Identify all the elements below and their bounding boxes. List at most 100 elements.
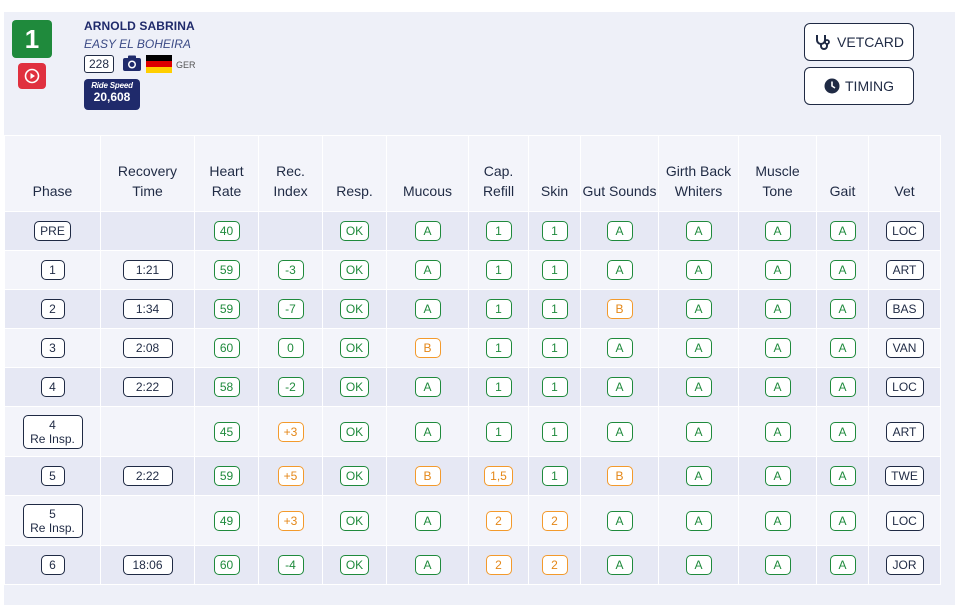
gut-sounds-cell: A xyxy=(580,545,659,585)
muscle-tone-cell: A xyxy=(738,289,817,329)
muscle-tone-badge: A xyxy=(764,260,791,280)
rec-index-cell: -2 xyxy=(258,367,323,407)
column-header-resp: Resp. xyxy=(322,135,387,212)
mucous-badge: B xyxy=(414,338,441,358)
phase-badge: 4 Re Insp. xyxy=(22,414,83,449)
vet-cell: LOC xyxy=(868,211,941,251)
gut-sounds-cell: A xyxy=(580,495,659,546)
gut-sounds-badge: A xyxy=(606,421,633,442)
rec-index-badge: -7 xyxy=(277,299,304,319)
mucous-cell: B xyxy=(386,456,469,496)
camera-icon[interactable] xyxy=(122,54,142,72)
phase-number: 5 xyxy=(49,506,56,521)
resp-cell: OK xyxy=(322,456,387,496)
stethoscope-icon xyxy=(816,35,830,50)
phase-cell: 4 Re Insp. xyxy=(4,406,101,457)
phase-badge: 3 xyxy=(40,338,65,358)
rider-name[interactable]: ARNOLD SABRINA xyxy=(84,19,195,33)
rec-index-badge: -3 xyxy=(277,260,304,280)
rec-index-cell: -7 xyxy=(258,289,323,329)
girth-cell: A xyxy=(658,367,739,407)
gut-sounds-badge: A xyxy=(606,260,633,280)
column-header-girth-back-whiters: Girth Back Whiters xyxy=(658,135,739,212)
cap-refill-badge: 2 xyxy=(485,555,512,575)
vetcard-button[interactable]: VETCARD xyxy=(804,23,914,61)
start-number: 228 xyxy=(84,55,115,73)
cap-refill-cell: 1 xyxy=(468,289,529,329)
vet-results-table: Phase Recovery Time Heart Rate Rec. Index Re… xyxy=(4,135,941,585)
gut-sounds-badge: A xyxy=(606,221,633,241)
muscle-tone-badge: A xyxy=(764,466,791,486)
heart-rate-cell: 59 xyxy=(194,289,259,329)
phase-badge: 2 xyxy=(40,299,65,319)
muscle-tone-cell: A xyxy=(738,456,817,496)
cap-refill-cell: 2 xyxy=(468,495,529,546)
girth-badge: A xyxy=(685,421,712,442)
skin-cell: 2 xyxy=(528,495,581,546)
heart-rate-cell: 49 xyxy=(194,495,259,546)
vet-badge: LOC xyxy=(885,510,924,531)
muscle-tone-cell: A xyxy=(738,328,817,368)
skin-cell: 2 xyxy=(528,545,581,585)
resp-badge: OK xyxy=(339,466,370,486)
recovery-time-cell: 1:34 xyxy=(100,289,195,329)
heart-rate-badge: 45 xyxy=(213,421,240,442)
resp-badge: OK xyxy=(339,221,370,241)
phase-cell: 6 xyxy=(4,545,101,585)
phase-cell: 4 xyxy=(4,367,101,407)
vetcard-label: VETCARD xyxy=(837,34,904,50)
muscle-tone-cell: A xyxy=(738,545,817,585)
cap-refill-badge: 1,5 xyxy=(484,466,513,486)
place-badge: 1 xyxy=(12,20,52,58)
girth-badge: A xyxy=(685,221,712,241)
phase-cell: 3 xyxy=(4,328,101,368)
rec-index-cell: +5 xyxy=(258,456,323,496)
table-row: 6 18:06 60 -4 OK A 2 2 A A A A JOR xyxy=(4,545,941,585)
girth-badge: A xyxy=(685,260,712,280)
resp-cell: OK xyxy=(322,289,387,329)
skin-badge: 1 xyxy=(541,466,568,486)
table-row: 2 1:34 59 -7 OK A 1 1 B A A A BAS xyxy=(4,289,941,329)
gut-sounds-badge: B xyxy=(606,299,633,319)
gait-cell: A xyxy=(816,367,869,407)
recovery-time-cell: 18:06 xyxy=(100,545,195,585)
column-header-phase: Phase xyxy=(4,135,101,212)
gait-cell: A xyxy=(816,250,869,290)
cap-refill-cell: 1 xyxy=(468,367,529,407)
cap-refill-badge: 1 xyxy=(485,260,512,280)
skin-badge: 1 xyxy=(541,260,568,280)
phase-cell: 5 Re Insp. xyxy=(4,495,101,546)
gut-sounds-cell: A xyxy=(580,211,659,251)
gait-badge: A xyxy=(829,377,856,397)
germany-flag-icon xyxy=(146,55,172,73)
table-row: 4 Re Insp. 45 +3 OK A 1 1 A A A A ART xyxy=(4,406,941,457)
skin-cell: 1 xyxy=(528,406,581,457)
muscle-tone-badge: A xyxy=(764,299,791,319)
gait-cell: A xyxy=(816,545,869,585)
rec-index-badge: 0 xyxy=(277,338,304,358)
play-video-button[interactable] xyxy=(18,63,46,89)
gait-badge: A xyxy=(829,421,856,442)
gut-sounds-cell: B xyxy=(580,456,659,496)
skin-badge: 1 xyxy=(541,221,568,241)
girth-cell: A xyxy=(658,289,739,329)
timing-button[interactable]: TIMING xyxy=(804,67,914,105)
rec-index-cell: -4 xyxy=(258,545,323,585)
ride-speed-badge: Ride Speed 20,608 xyxy=(84,79,140,110)
mucous-badge: A xyxy=(414,421,441,442)
vet-badge: TWE xyxy=(885,466,924,486)
cap-refill-badge: 1 xyxy=(485,377,512,397)
recovery-time-badge: 1:21 xyxy=(122,260,173,280)
mucous-badge: A xyxy=(414,510,441,531)
girth-cell: A xyxy=(658,545,739,585)
gut-sounds-badge: A xyxy=(606,338,633,358)
timing-label: TIMING xyxy=(845,78,894,94)
gait-badge: A xyxy=(829,299,856,319)
horse-name[interactable]: EASY EL BOHEIRA xyxy=(84,37,191,51)
heart-rate-cell: 58 xyxy=(194,367,259,407)
vet-badge: BAS xyxy=(885,299,924,319)
vet-badge: ART xyxy=(885,421,924,442)
gait-cell: A xyxy=(816,289,869,329)
girth-badge: A xyxy=(685,555,712,575)
vet-cell: JOR xyxy=(868,545,941,585)
